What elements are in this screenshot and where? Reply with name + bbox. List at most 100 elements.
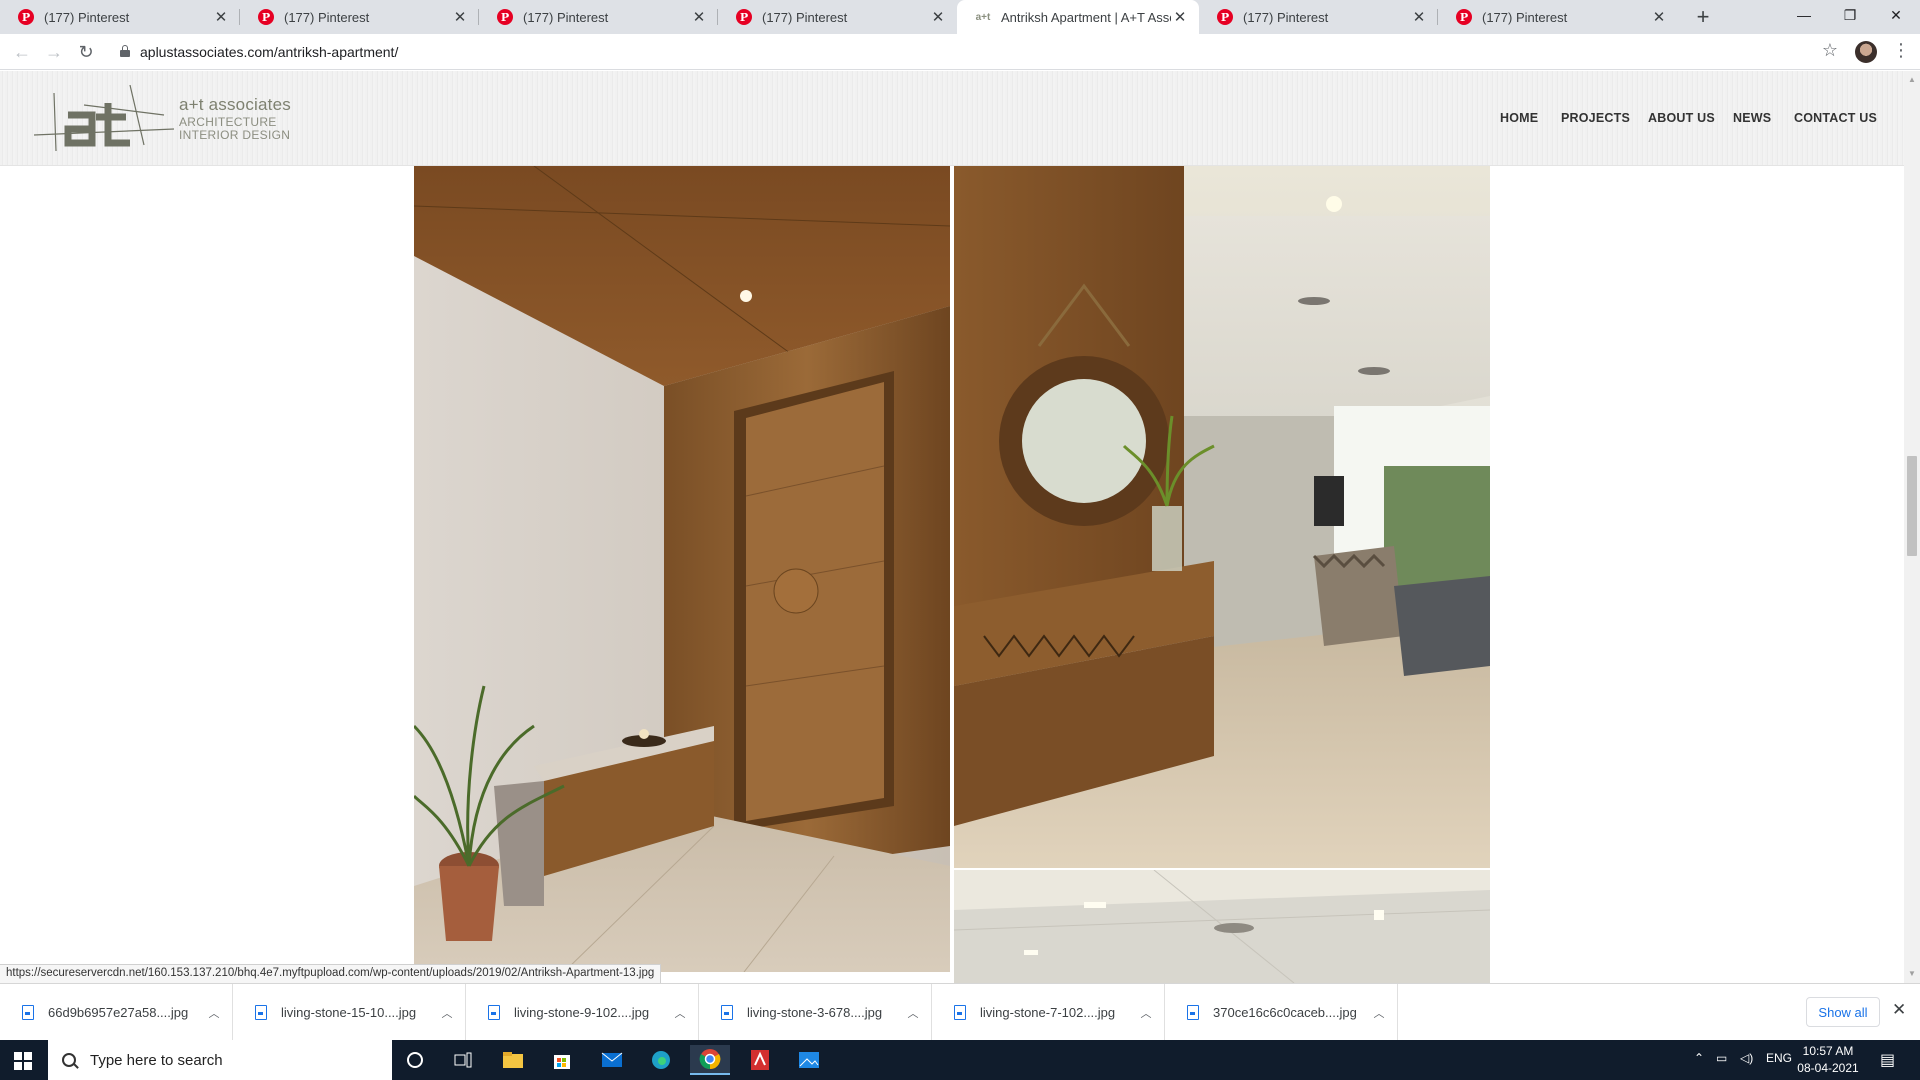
download-filename: living-stone-3-678....jpg <box>747 1005 883 1020</box>
photos-icon[interactable] <box>789 1045 829 1075</box>
nav-projects[interactable]: PROJECTS <box>1561 111 1630 125</box>
logo-mark <box>34 85 174 151</box>
cortana-icon[interactable] <box>395 1045 435 1075</box>
chevron-up-icon[interactable]: ︿ <box>901 1005 925 1021</box>
browser-tab[interactable]: P (177) Pinterest ✕ <box>1199 0 1438 34</box>
chevron-up-icon[interactable]: ︿ <box>668 1005 692 1021</box>
site-header: a+t associates ARCHITECTURE INTERIOR DES… <box>0 71 1904 166</box>
download-item[interactable]: living-stone-15-10....jpg ︿ <box>233 984 466 1041</box>
pinterest-icon: P <box>1456 9 1472 25</box>
reload-icon[interactable]: ↻ <box>74 40 98 64</box>
entrance-door-photo[interactable] <box>414 166 950 972</box>
show-all-downloads-button[interactable]: Show all <box>1806 997 1880 1027</box>
browser-tab[interactable]: P (177) Pinterest ✕ <box>240 0 479 34</box>
pinterest-icon: P <box>736 9 752 25</box>
close-icon[interactable]: ✕ <box>212 8 230 26</box>
new-tab-button[interactable]: + <box>1690 4 1716 30</box>
file-icon <box>22 1005 34 1020</box>
store-icon[interactable] <box>542 1045 582 1075</box>
link-status-bar: https://secureservercdn.net/160.153.137.… <box>0 964 662 983</box>
menu-kebab-icon[interactable]: ⋮ <box>1892 40 1910 61</box>
browser-tab[interactable]: P (177) Pinterest ✕ <box>1438 0 1678 34</box>
tab-title: (177) Pinterest <box>44 9 130 25</box>
file-icon <box>488 1005 500 1020</box>
pinterest-icon: P <box>497 9 513 25</box>
taskbar-search-box[interactable]: Type here to search <box>48 1040 392 1080</box>
browser-tab-active[interactable]: a+t Antriksh Apartment | A+T Associ ✕ <box>957 0 1199 34</box>
browser-tab[interactable]: P (177) Pinterest ✕ <box>0 0 240 34</box>
windows-taskbar: Type here to search ⌃ ▭ ◁) ENG 10:57 AM … <box>0 1040 1920 1080</box>
logo-subtitle: INTERIOR DESIGN <box>179 128 291 142</box>
web-page: a+t associates ARCHITECTURE INTERIOR DES… <box>0 71 1904 983</box>
download-filename: living-stone-15-10....jpg <box>281 1005 417 1020</box>
chrome-icon[interactable] <box>690 1045 730 1075</box>
browser-tab[interactable]: P (177) Pinterest ✕ <box>718 0 957 34</box>
acrobat-icon[interactable] <box>740 1045 780 1075</box>
mirror-console-living-photo[interactable] <box>954 166 1490 868</box>
download-filename: living-stone-9-102....jpg <box>514 1005 650 1020</box>
url-text[interactable]: aplustassociates.com/antriksh-apartment/ <box>140 44 398 60</box>
browser-tab-strip: P (177) Pinterest ✕ P (177) Pinterest ✕ … <box>0 0 1920 34</box>
bookmark-star-icon[interactable]: ☆ <box>1822 40 1838 61</box>
close-icon[interactable]: ✕ <box>1410 8 1428 26</box>
profile-avatar[interactable] <box>1855 41 1877 63</box>
file-icon <box>255 1005 267 1020</box>
close-icon[interactable]: ✕ <box>1171 8 1189 26</box>
forward-icon[interactable]: → <box>42 40 66 64</box>
task-view-icon[interactable] <box>443 1045 483 1075</box>
tab-title: (177) Pinterest <box>1243 9 1329 25</box>
nav-home[interactable]: HOME <box>1500 111 1538 125</box>
nav-news[interactable]: NEWS <box>1733 111 1771 125</box>
pinterest-icon: P <box>258 9 274 25</box>
chevron-up-icon[interactable]: ⌃ <box>1694 1051 1704 1065</box>
download-item[interactable]: 66d9b6957e27a58....jpg ︿ <box>0 984 233 1041</box>
mail-icon[interactable] <box>592 1045 632 1075</box>
close-icon[interactable]: ✕ <box>690 8 708 26</box>
browser-tab[interactable]: P (177) Pinterest ✕ <box>479 0 718 34</box>
volume-icon[interactable]: ◁) <box>1740 1051 1753 1065</box>
tab-title: (177) Pinterest <box>1482 9 1568 25</box>
close-icon[interactable]: ✕ <box>929 8 947 26</box>
nav-about-us[interactable]: ABOUT US <box>1648 111 1715 125</box>
tab-title: Antriksh Apartment | A+T Associ <box>1001 9 1171 25</box>
clock-time: 10:57 AM <box>1802 1044 1854 1058</box>
search-icon <box>62 1053 76 1067</box>
download-item[interactable]: living-stone-7-102....jpg ︿ <box>932 984 1165 1041</box>
windows-start-icon[interactable] <box>14 1052 32 1070</box>
file-icon <box>721 1005 733 1020</box>
tab-title: (177) Pinterest <box>284 9 370 25</box>
close-icon[interactable]: ✕ <box>1892 1000 1906 1020</box>
notifications-icon[interactable]: ▤ <box>1880 1050 1895 1070</box>
scrollbar-thumb[interactable] <box>1907 456 1917 556</box>
file-icon <box>1187 1005 1199 1020</box>
download-item[interactable]: living-stone-9-102....jpg ︿ <box>466 984 699 1041</box>
taskbar-search-placeholder: Type here to search <box>90 1051 223 1069</box>
living-ceiling-photo[interactable] <box>954 870 1490 983</box>
scroll-down-icon[interactable]: ▼ <box>1907 969 1917 978</box>
site-logo[interactable]: a+t associates ARCHITECTURE INTERIOR DES… <box>34 85 294 151</box>
address-bar[interactable]: aplustassociates.com/antriksh-apartment/… <box>108 38 1838 66</box>
chevron-up-icon[interactable]: ︿ <box>1134 1005 1158 1021</box>
chevron-up-icon[interactable]: ︿ <box>1367 1005 1391 1021</box>
system-clock[interactable]: 10:57 AM 08-04-2021 <box>1793 1043 1863 1077</box>
logo-brand-text: a+t associates <box>179 95 291 114</box>
scroll-up-icon[interactable]: ▲ <box>1907 75 1917 84</box>
download-item[interactable]: 370ce16c6c0caceb....jpg ︿ <box>1165 984 1398 1041</box>
close-icon[interactable]: ✕ <box>1650 8 1668 26</box>
file-explorer-icon[interactable] <box>493 1045 533 1075</box>
site-icon: a+t <box>975 11 991 23</box>
download-filename: living-stone-7-102....jpg <box>980 1005 1116 1020</box>
edge-icon[interactable] <box>641 1045 681 1075</box>
close-icon[interactable]: ✕ <box>451 8 469 26</box>
chevron-up-icon[interactable]: ︿ <box>435 1005 459 1021</box>
chevron-up-icon[interactable]: ︿ <box>202 1005 226 1021</box>
language-indicator[interactable]: ENG <box>1766 1051 1792 1065</box>
window-close-button[interactable]: ✕ <box>1868 0 1920 30</box>
lock-icon <box>120 45 130 57</box>
page-scrollbar[interactable]: ▲ ▼ <box>1904 71 1920 983</box>
download-item[interactable]: living-stone-3-678....jpg ︿ <box>699 984 932 1041</box>
tab-title: (177) Pinterest <box>523 9 609 25</box>
network-icon[interactable]: ▭ <box>1716 1051 1727 1065</box>
nav-contact-us[interactable]: CONTACT US <box>1794 111 1877 125</box>
back-icon[interactable]: ← <box>10 40 34 64</box>
